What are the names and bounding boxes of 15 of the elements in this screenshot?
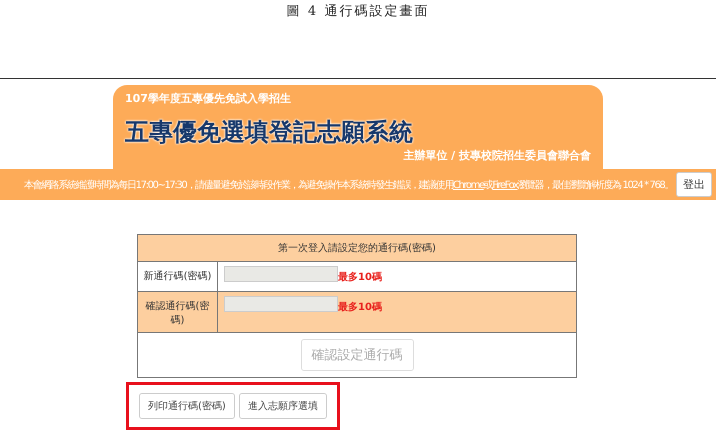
organizer-text: 主辦單位 / 技專校院招生委員會聯合會 xyxy=(403,148,591,163)
notice-text: 本會網路系統維護時間為每日17:00~17:30，請儘量避免於該時段作業，為避免操作本系統時發生錯誤，建議使用Chrome或FireFox瀏覽器，最佳瀏覽解析度為 1024 * 768。 xyxy=(24,178,673,192)
password-field[interactable] xyxy=(224,296,338,312)
field-label: 新通行碼(密碼) xyxy=(142,270,212,284)
field-label: 確認通行碼(密碼) xyxy=(144,300,210,328)
form-title: 第一次登入請設定您的通行碼(密碼) xyxy=(138,235,576,262)
logout-button[interactable]: 登出 xyxy=(676,172,712,197)
field-hint: 最多10碼 xyxy=(338,300,382,314)
header-subtitle: 107學年度五專優先免試入學招生 xyxy=(125,91,291,106)
action-button[interactable]: 進入志願序選填 xyxy=(238,393,327,419)
field-hint: 最多10碼 xyxy=(338,270,382,284)
system-title: 五專優免選填登記志願系統 xyxy=(125,117,413,148)
password-field[interactable] xyxy=(224,266,338,282)
action-button[interactable]: 列印通行碼(密碼) xyxy=(139,393,235,419)
figure-caption: 圖 4 通行碼設定畫面 xyxy=(286,3,430,21)
